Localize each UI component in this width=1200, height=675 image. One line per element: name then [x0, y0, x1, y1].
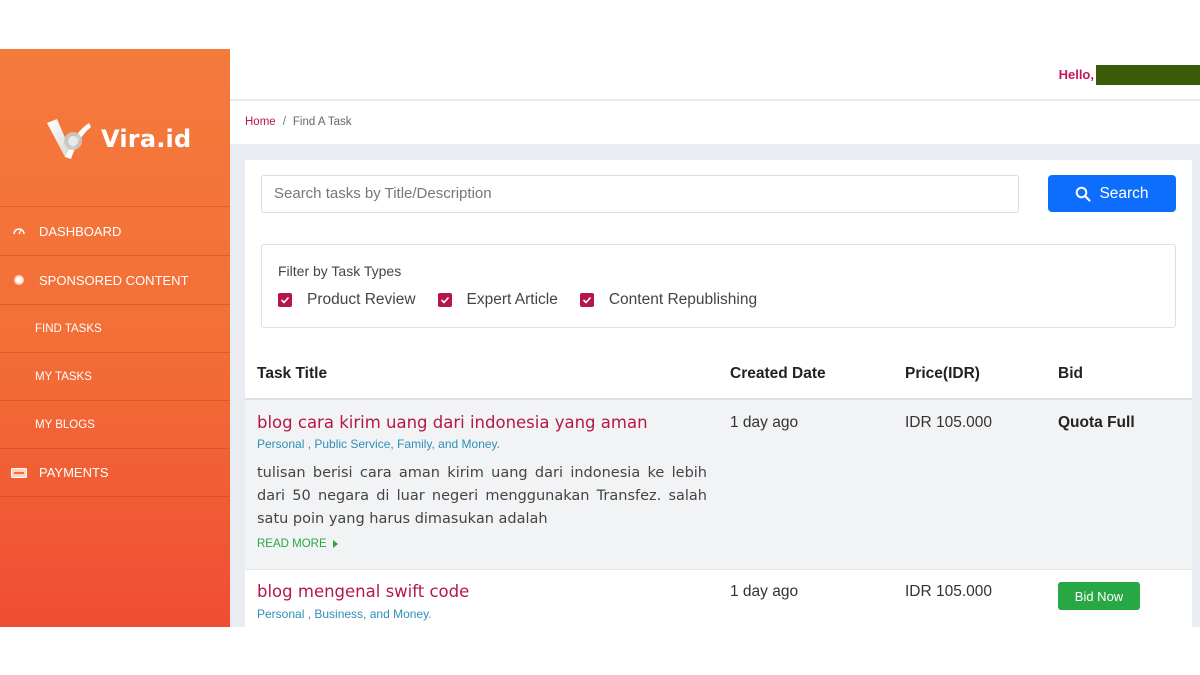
search-icon	[1076, 186, 1092, 202]
dashboard-icon	[10, 224, 28, 238]
app-frame: Vira.id DASHBOARD SPONSORED CONTENT FIND…	[0, 49, 1200, 627]
filter-option-label: Content Republishing	[608, 291, 758, 308]
filter-options: Product Review Expert Article Content Re…	[278, 291, 779, 309]
breadcrumb-current: Find A Task	[292, 116, 352, 128]
column-header-task-title: Task Title	[257, 365, 328, 382]
bullet-icon	[10, 273, 28, 287]
column-header-bid: Bid	[1058, 365, 1083, 382]
column-header-created-date: Created Date	[730, 365, 826, 382]
brand-name: Vira.id	[101, 125, 192, 153]
sidebar-item-sponsored-content[interactable]: SPONSORED CONTENT	[0, 255, 230, 304]
breadcrumb-home-link[interactable]: Home	[245, 116, 276, 128]
task-price: IDR 105.000	[905, 583, 993, 600]
column-header-price: Price(IDR)	[905, 365, 980, 382]
greeting-text: Hello,	[1058, 67, 1094, 82]
filter-option-expert-article[interactable]: Expert Article	[437, 291, 558, 309]
sidebar-item-payments[interactable]: PAYMENTS	[0, 448, 230, 497]
payments-icon	[10, 466, 28, 480]
sidebar: Vira.id DASHBOARD SPONSORED CONTENT FIND…	[0, 49, 230, 627]
find-task-card: Search tasks by Title/Description Search…	[245, 160, 1192, 627]
sidebar-item-label: FIND TASKS	[35, 322, 102, 335]
filter-option-content-republishing[interactable]: Content Republishing	[579, 291, 758, 309]
search-button[interactable]: Search	[1048, 175, 1176, 212]
user-name-redacted[interactable]	[1096, 65, 1200, 85]
task-title-link[interactable]: blog cara kirim uang dari indonesia yang…	[257, 413, 648, 432]
task-title-link[interactable]: blog mengenal swift code	[257, 582, 469, 601]
filter-option-label: Product Review	[307, 291, 416, 308]
created-date: 1 day ago	[730, 583, 799, 600]
sidebar-item-label: SPONSORED CONTENT	[39, 272, 189, 288]
task-description: tulisan berisi cara aman kirim uang dari…	[257, 465, 707, 527]
vira-logo-icon	[47, 119, 91, 159]
search-input[interactable]: Search tasks by Title/Description	[261, 175, 1019, 213]
checkbox-checked-icon[interactable]	[437, 293, 452, 307]
sidebar-item-label: MY TASKS	[35, 370, 92, 383]
task-type-filter: Filter by Task Types Product Review Expe…	[261, 244, 1176, 328]
filter-option-label: Expert Article	[466, 291, 558, 308]
read-more-label: READ MORE	[257, 538, 327, 550]
breadcrumb: Home / Find A Task	[230, 102, 1200, 144]
read-more-link[interactable]: READ MORE	[257, 538, 338, 550]
sidebar-nav: DASHBOARD SPONSORED CONTENT FIND TASKS M…	[0, 206, 230, 497]
sidebar-item-label: DASHBOARD	[39, 223, 122, 239]
main-content: Search tasks by Title/Description Search…	[230, 144, 1200, 627]
quota-full-status: Quota Full	[1058, 414, 1135, 431]
filter-title: Filter by Task Types	[278, 263, 402, 279]
sidebar-item-label: PAYMENTS	[39, 465, 109, 480]
sidebar-item-dashboard[interactable]: DASHBOARD	[0, 206, 230, 255]
brand-logo[interactable]: Vira.id	[45, 117, 191, 161]
caret-right-icon	[332, 540, 338, 548]
filter-option-product-review[interactable]: Product Review	[278, 291, 416, 309]
topbar: Hello,	[230, 49, 1200, 101]
task-categories: Personal , Public Service, Family, and M…	[257, 437, 500, 451]
sidebar-item-find-tasks[interactable]: FIND TASKS	[0, 304, 230, 352]
sidebar-item-label: MY BLOGS	[35, 418, 95, 431]
table-row: blog cara kirim uang dari indonesia yang…	[245, 400, 1192, 570]
checkbox-checked-icon[interactable]	[579, 293, 594, 307]
task-categories: Personal , Business, and Money.	[257, 607, 432, 621]
bid-now-button[interactable]: Bid Now	[1058, 582, 1140, 610]
sidebar-item-my-tasks[interactable]: MY TASKS	[0, 352, 230, 400]
sidebar-item-my-blogs[interactable]: MY BLOGS	[0, 400, 230, 448]
checkbox-checked-icon[interactable]	[278, 293, 292, 307]
task-price: IDR 105.000	[905, 414, 993, 431]
search-button-label: Search	[1099, 184, 1149, 202]
table-row: blog mengenal swift code Personal , Busi…	[245, 570, 1192, 627]
breadcrumb-separator: /	[282, 116, 286, 128]
created-date: 1 day ago	[730, 414, 799, 431]
